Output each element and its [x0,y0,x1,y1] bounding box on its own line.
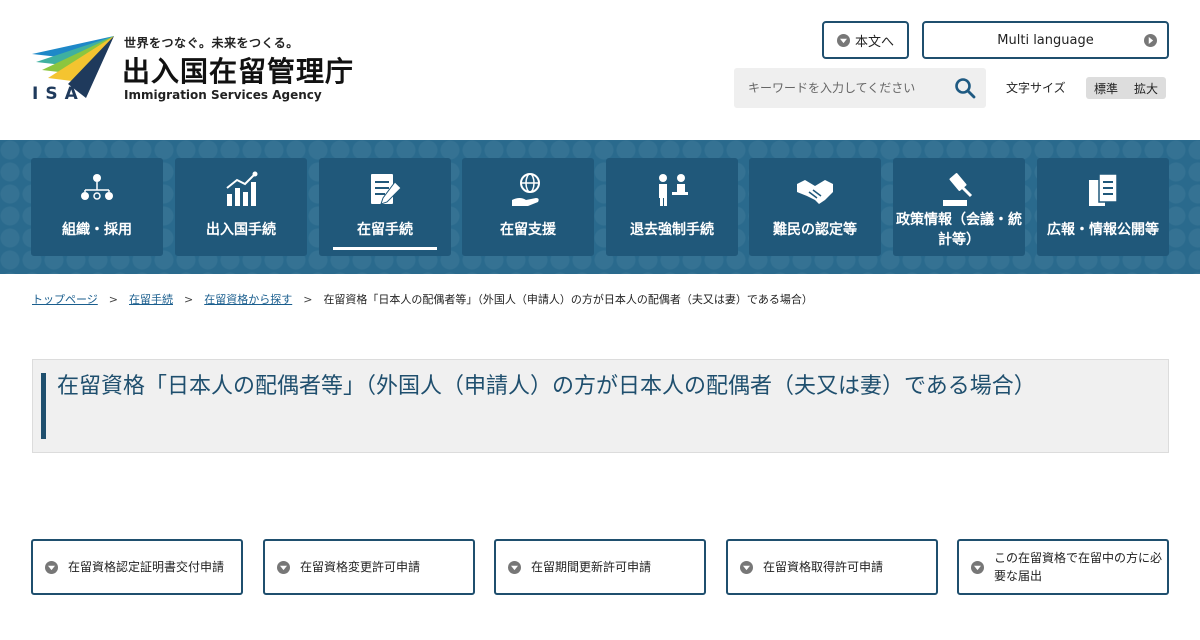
handshake-icon [797,180,833,204]
site-header: ISA 世界をつなぐ。未来をつくる。 出入国在留管理庁 Immigration … [0,0,1200,140]
procedure-button-change[interactable]: 在留資格変更許可申請 [263,539,475,595]
skip-to-content-label: 本文へ [854,34,894,50]
nav-item-label: 政策情報（会議・統計等） [896,212,1022,248]
nav-item-public-relations[interactable]: 広報・情報公開等 [1037,158,1169,256]
font-size-switcher: 標準 拡大 [1086,77,1167,99]
procedure-label: 在留資格変更許可申請 [300,560,421,574]
page-title-box: 在留資格「日本人の配偶者等」（外国人（申請人）の方が日本人の配偶者（夫又は妻）で… [32,359,1169,453]
nav-item-support[interactable]: 在留支援 [462,158,594,256]
chevron-down-icon [508,560,521,574]
nav-item-immigration[interactable]: 出入国手続 [175,158,307,256]
breadcrumb-link-top[interactable]: トップページ [32,291,98,307]
nav-item-policy[interactable]: 政策情報（会議・統計等） [893,158,1025,256]
procedure-label: 在留期間更新許可申請 [531,560,652,574]
chart-icon [226,171,258,206]
breadcrumb-separator-icon: > [303,292,313,306]
search-icon[interactable] [954,77,976,99]
breadcrumb-link-residence[interactable]: 在留手続 [129,291,173,307]
nav-item-label: 在留支援 [500,222,556,238]
procedure-button-notifications[interactable]: この在留資格で在留中の方に必要な届出 [957,539,1169,595]
document-edit-icon [371,174,402,205]
skip-to-content-button[interactable]: 本文へ [822,21,909,59]
nav-item-label: 広報・情報公開等 [1047,222,1159,238]
nav-item-residence[interactable]: 在留手続 [319,158,451,256]
nav-item-label: 組織・採用 [62,222,132,238]
search-box [734,68,986,108]
logo-tagline: 世界をつなぐ。未来をつくる。 [124,36,299,50]
nav-item-refugee[interactable]: 難民の認定等 [749,158,881,256]
multi-language-label: Multi language [997,32,1094,48]
font-size-large-button[interactable]: 拡大 [1126,77,1166,99]
gavel-icon [943,173,973,206]
breadcrumb-current: 在留資格「日本人の配偶者等」（外国人（申請人）の方が日本人の配偶者（夫又は妻）で… [323,293,813,306]
title-accent-bar [41,373,46,439]
search-input[interactable] [734,68,949,108]
organization-icon [81,174,113,200]
font-size-label: 文字サイズ [1006,81,1066,95]
procedure-label: 在留資格取得許可申請 [763,560,884,574]
chevron-down-icon [277,560,290,574]
breadcrumb-link-status-search[interactable]: 在留資格から探す [204,291,292,307]
nav-item-deportation[interactable]: 退去強制手続 [606,158,738,256]
chevron-down-icon [45,560,58,574]
procedure-label: 在留資格認定証明書交付申請 [68,560,225,574]
procedure-button-extension[interactable]: 在留期間更新許可申請 [494,539,706,595]
globe-hand-icon [512,173,540,206]
breadcrumb: トップページ > 在留手続 > 在留資格から探す > 在留資格「日本人の配偶者等… [32,291,813,307]
procedure-button-certificate[interactable]: 在留資格認定証明書交付申請 [31,539,243,595]
chevron-right-icon [1144,33,1157,47]
nav-item-label: 退去強制手続 [630,222,714,238]
nav-item-organization[interactable]: 組織・採用 [31,158,163,256]
agency-name-en: Immigration Services Agency [124,88,322,102]
nav-item-label: 在留手続 [357,222,413,238]
nav-item-label: 出入国手続 [206,222,276,238]
breadcrumb-separator-icon: > [184,292,194,306]
chevron-down-icon [740,560,753,574]
global-nav: 組織・採用 出入国手続 在留手続 在留支援 退去強制手続 難民の認定等 政策情報… [0,140,1200,274]
chevron-down-icon [836,33,850,47]
agency-logo[interactable]: ISA 世界をつなぐ。未来をつくる。 出入国在留管理庁 Immigration … [28,32,368,106]
breadcrumb-separator-icon: > [108,292,118,306]
page-title: 在留資格「日本人の配偶者等」（外国人（申請人）の方が日本人の配偶者（夫又は妻）で… [57,374,1036,399]
multi-language-button[interactable]: Multi language [922,21,1169,59]
procedure-button-acquisition[interactable]: 在留資格取得許可申請 [726,539,938,595]
nav-item-label: 難民の認定等 [773,222,857,238]
people-desk-icon [659,174,688,206]
logo-isa-text: ISA [32,84,85,104]
documents-icon [1089,173,1118,206]
font-size-standard-button[interactable]: 標準 [1086,77,1126,99]
procedure-label: この在留資格で在留中の方に必要な届出 [994,551,1163,583]
chevron-down-icon [971,560,984,574]
agency-name-ja: 出入国在留管理庁 [122,55,355,88]
